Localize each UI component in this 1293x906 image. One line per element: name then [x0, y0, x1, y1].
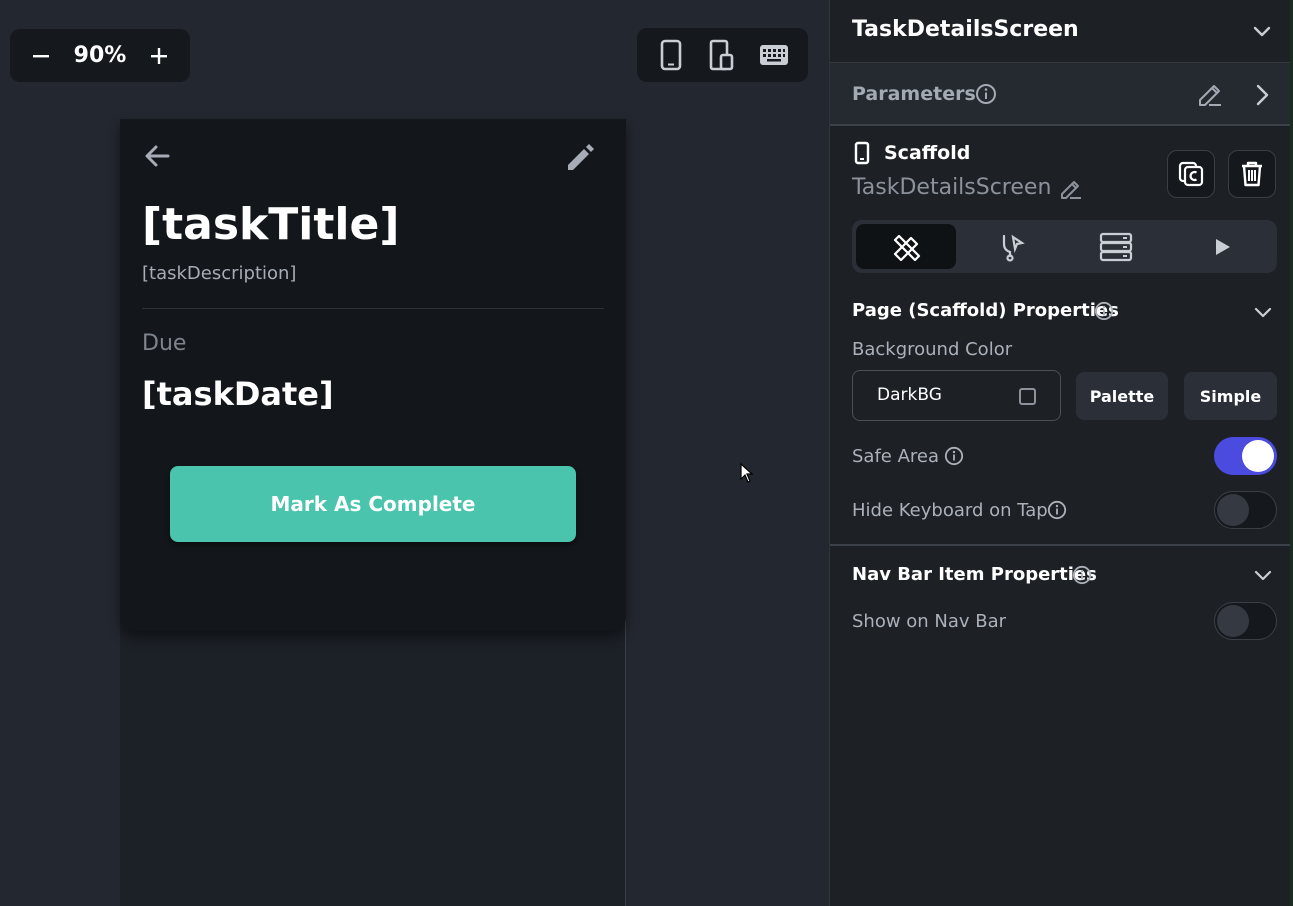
back-arrow-icon[interactable] — [142, 141, 172, 171]
design-canvas: 90% [taskTitle] [taskDescription] Due [t… — [0, 0, 829, 906]
action-flow-icon — [1002, 234, 1025, 262]
nav-bar-properties-title: Nav Bar Item Properties — [852, 564, 1097, 585]
mouse-cursor-icon — [740, 463, 754, 483]
toggle-knob — [1217, 494, 1249, 526]
background-color-value: DarkBG — [877, 385, 942, 405]
divider — [142, 308, 604, 309]
info-icon[interactable] — [944, 446, 964, 466]
copy-icon — [1178, 161, 1204, 187]
zoom-out-button[interactable] — [22, 37, 60, 75]
toggle-knob — [1217, 605, 1249, 637]
keyboard-view-button[interactable] — [755, 36, 793, 74]
color-swatch — [1019, 388, 1036, 405]
tab-backend-query[interactable] — [1066, 224, 1166, 269]
hide-keyboard-label: Hide Keyboard on Tap — [852, 500, 1048, 521]
phone-icon — [854, 141, 870, 165]
chevron-right-icon[interactable] — [1250, 81, 1274, 109]
edit-pencil-icon[interactable] — [562, 139, 598, 175]
task-date: [taskDate] — [142, 375, 334, 413]
info-icon[interactable] — [1094, 301, 1114, 321]
tab-actions[interactable] — [961, 224, 1061, 269]
screen-name: TaskDetailsScreen — [852, 17, 1079, 42]
ruler-pencil-icon — [893, 234, 921, 261]
properties-panel: TaskDetailsScreen Parameters Scaffold Ta… — [829, 0, 1293, 906]
duplicate-button[interactable] — [1167, 150, 1215, 198]
show-nav-bar-toggle[interactable] — [1214, 602, 1277, 640]
chevron-down-icon[interactable] — [1252, 301, 1274, 323]
info-icon[interactable] — [1072, 565, 1092, 585]
background-color-label: Background Color — [852, 339, 1013, 360]
mark-complete-button[interactable]: Mark As Complete — [170, 466, 576, 542]
panel-header: TaskDetailsScreen — [830, 0, 1293, 63]
edit-icon[interactable] — [1196, 81, 1224, 109]
zoom-control: 90% — [10, 29, 190, 82]
phone-icon — [660, 39, 682, 71]
tab-preview-play[interactable] — [1172, 224, 1272, 269]
chevron-down-icon[interactable] — [1250, 19, 1274, 43]
hide-keyboard-toggle[interactable] — [1214, 491, 1277, 529]
tablet-view-button[interactable] — [703, 36, 741, 74]
phone-preview[interactable]: [taskTitle] [taskDescription] Due [taskD… — [120, 119, 626, 631]
device-toggle-group — [637, 28, 808, 82]
tab-properties[interactable] — [856, 224, 956, 269]
widget-type-label: Scaffold — [884, 142, 971, 164]
safe-area-toggle[interactable] — [1214, 437, 1277, 475]
trash-icon — [1242, 161, 1262, 187]
info-icon[interactable] — [1047, 500, 1067, 520]
parameters-row[interactable]: Parameters — [830, 63, 1293, 126]
background-color-picker[interactable]: DarkBG — [852, 370, 1061, 421]
simple-button[interactable]: Simple — [1184, 372, 1277, 420]
database-icon — [1099, 232, 1133, 261]
task-description: [taskDescription] — [142, 263, 297, 284]
minus-icon — [33, 54, 49, 57]
page-properties-title: Page (Scaffold) Properties — [852, 300, 1119, 321]
chevron-down-icon[interactable] — [1252, 564, 1274, 586]
due-label: Due — [142, 331, 187, 356]
tablet-icon — [710, 39, 734, 71]
edit-icon[interactable] — [1058, 176, 1084, 202]
zoom-in-button[interactable] — [140, 37, 178, 75]
parameters-label: Parameters — [852, 83, 976, 105]
show-nav-bar-label: Show on Nav Bar — [852, 611, 1007, 632]
keyboard-icon — [760, 45, 789, 65]
info-icon[interactable] — [975, 83, 997, 105]
palette-button[interactable]: Palette — [1076, 372, 1168, 420]
widget-name: TaskDetailsScreen — [852, 175, 1052, 200]
section-divider — [830, 544, 1293, 546]
panel-tab-bar — [852, 220, 1277, 273]
phone-view-button[interactable] — [652, 36, 690, 74]
safe-area-label: Safe Area — [852, 446, 940, 467]
plus-icon — [150, 47, 167, 64]
play-icon — [1216, 238, 1230, 255]
toggle-knob — [1242, 440, 1274, 472]
task-title: [taskTitle] — [142, 199, 400, 250]
delete-button[interactable] — [1228, 150, 1276, 198]
zoom-level: 90% — [73, 43, 127, 68]
